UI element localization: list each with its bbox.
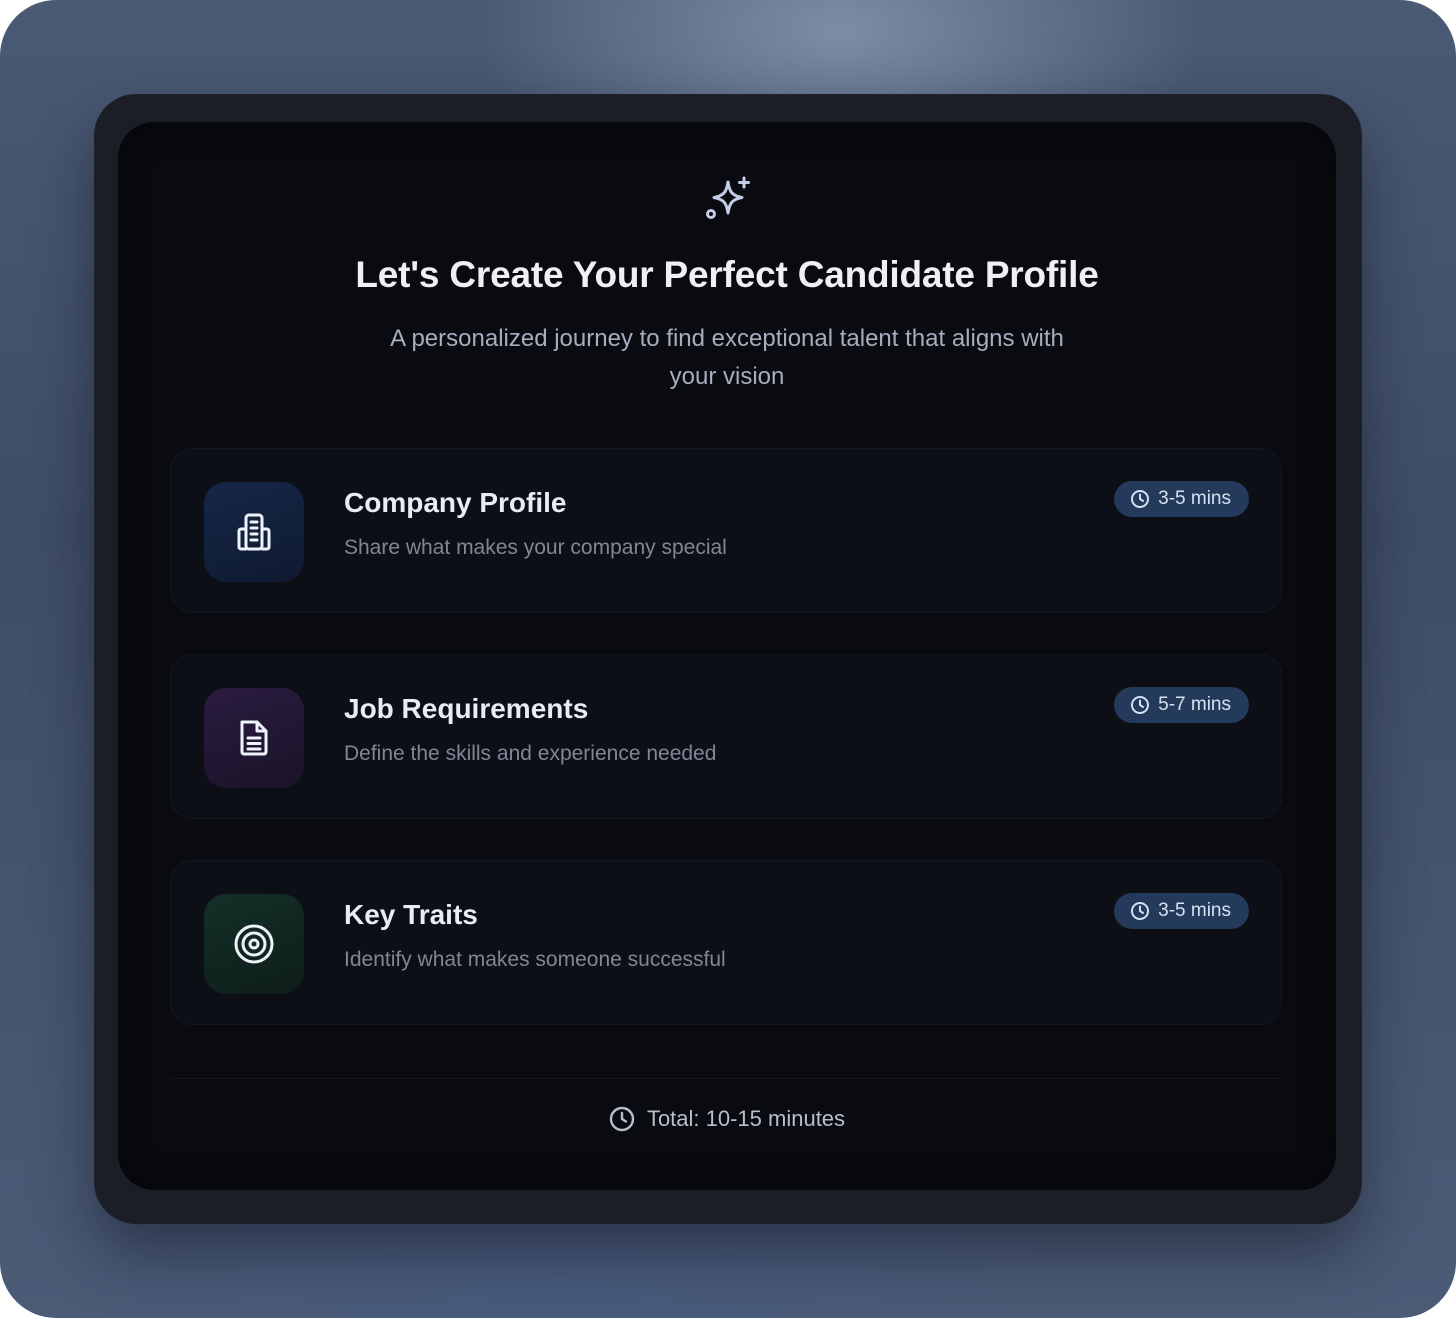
clock-icon: [1131, 490, 1150, 508]
step-card-job-requirements[interactable]: Job Requirements Define the skills and e…: [170, 654, 1282, 819]
page-subtitle: A personalized journey to find exception…: [390, 325, 1064, 390]
clock-icon: [1131, 902, 1150, 920]
window-frame: Let's Create Your Perfect Candidate Prof…: [94, 94, 1362, 1224]
target-icon: [234, 924, 274, 964]
step-title: Job Requirements: [344, 693, 589, 724]
step-icon-tile: [204, 482, 304, 582]
onboarding-panel: Let's Create Your Perfect Candidate Prof…: [118, 122, 1336, 1190]
document-icon: [240, 720, 268, 756]
total-time: Total: 10-15 minutes: [118, 1106, 1336, 1132]
footer-divider: [170, 1078, 1282, 1079]
duration-badge: 3-5 mins: [1114, 481, 1249, 517]
step-title: Company Profile: [344, 487, 567, 518]
clock-icon: [1131, 696, 1150, 714]
step-title: Key Traits: [344, 899, 478, 930]
step-description: Define the skills and experience needed: [344, 742, 717, 765]
building-icon: [237, 513, 271, 551]
duration-badge: 5-7 mins: [1114, 687, 1249, 723]
total-time-text: Total: 10-15 minutes: [646, 1106, 846, 1131]
duration-text: 3-5 mins: [1158, 900, 1231, 921]
background: Let's Create Your Perfect Candidate Prof…: [0, 0, 1456, 1318]
step-icon-tile: [204, 894, 304, 994]
step-card-key-traits[interactable]: Key Traits Identify what makes someone s…: [170, 860, 1282, 1025]
page-title: Let's Create Your Perfect Candidate Prof…: [355, 254, 1099, 295]
duration-text: 3-5 mins: [1158, 488, 1231, 509]
step-description: Share what makes your company special: [344, 536, 727, 559]
sparkles-icon: [706, 176, 750, 219]
step-card-company-profile[interactable]: Company Profile Share what makes your co…: [170, 448, 1282, 613]
duration-badge: 3-5 mins: [1114, 893, 1249, 929]
clock-icon: [609, 1106, 635, 1132]
step-description: Identify what makes someone successful: [344, 948, 726, 971]
step-icon-tile: [204, 688, 304, 788]
duration-text: 5-7 mins: [1158, 694, 1231, 715]
